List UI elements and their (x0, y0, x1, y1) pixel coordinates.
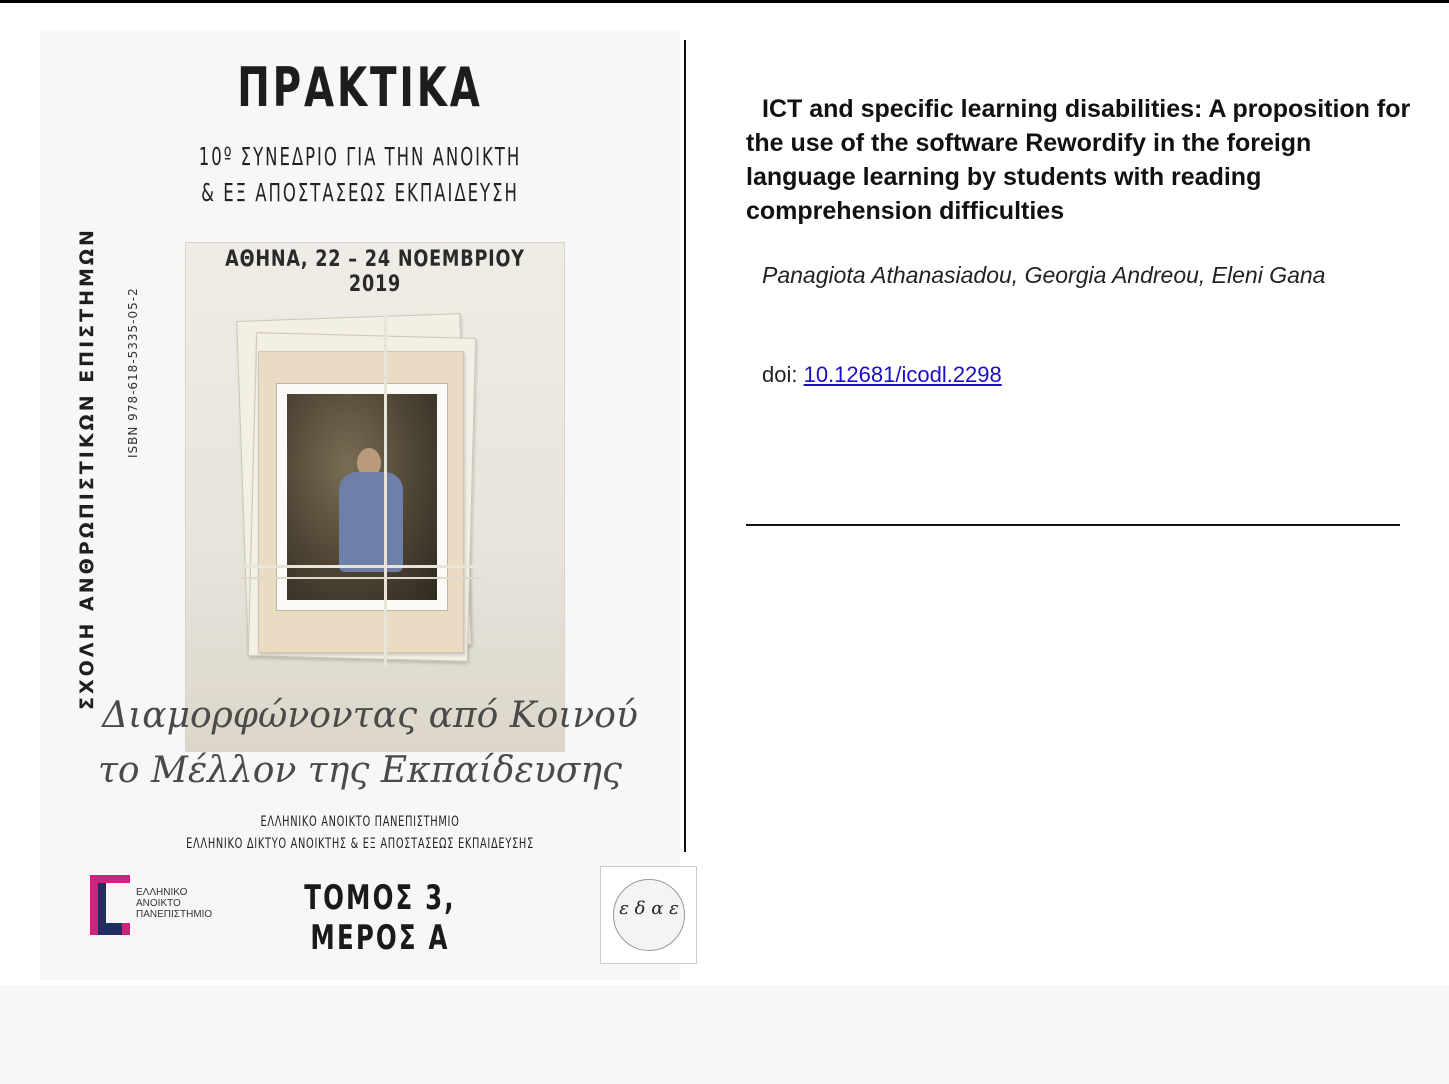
article-title: ICT and specific learning disabilities: … (746, 95, 1411, 225)
volume-label: ΤΟΜΟΣ 3, ΜΕΡΟΣ Α (304, 878, 456, 958)
proceedings-cover: ΠΡΑΚΤΙΚΑ 10º ΣΥΝΕΔΡΙΟ ΓΙΑ ΤΗΝ ΑΝΟΙΚΤΗ & … (40, 30, 697, 980)
letters-stack-image (236, 313, 482, 667)
org-line-1: ΕΛΛΗΝΙΚΟ ΑΝΟΙΚΤΟ ΠΑΝΕΠΙΣΤΗΜΙΟ (260, 814, 460, 830)
org-line-2: ΕΛΛΗΝΙΚΟ ΔΙΚΤΥΟ ΑΝΟΙΚΤΗΣ & ΕΞ ΑΠΟΣΤΑΣΕΩΣ… (186, 836, 534, 852)
figure-dress (339, 472, 403, 572)
theme-line-2: το Μέλλον της Εκπαίδευσης (97, 750, 623, 791)
eap-logo-text: ΕΛΛΗΝΙΚΟ ΑΝΟΙΚΤΟ ΠΑΝΕΠΙΣΤΗΜΙΟ (136, 887, 213, 920)
conference-line-2: & ΕΞ ΑΠΟΣΤΑΣΕΩΣ ΕΚΠΑΙΔΕΥΣΗ (201, 178, 519, 207)
theme-line-1: Διαμορφώνοντας από Κοινού (102, 695, 638, 736)
string (240, 577, 482, 579)
top-rule (0, 0, 1449, 3)
string (240, 565, 482, 568)
vertical-divider (684, 40, 686, 852)
string (384, 315, 387, 667)
doi-label: doi: (762, 362, 804, 387)
isbn-vertical: ISBN 978-618-5335-05-2 (126, 287, 140, 458)
horizontal-rule (746, 524, 1400, 526)
date-place: ΑΘΗΝΑ, 22 – 24 ΝΟΕΜΒΡΙΟΥ 2019 (225, 247, 525, 297)
school-name-vertical: ΣΧΟΛΗ ΑΝΘΡΩΠΙΣΤΙΚΩΝ ΕΠΙΣΤΗΜΩΝ (76, 227, 98, 710)
edae-logo: ε δ α ε (600, 866, 697, 964)
painting (287, 394, 437, 600)
doi-link[interactable]: 10.12681/icodl.2298 (804, 362, 1002, 387)
conference-line-1: 10º ΣΥΝΕΔΡΙΟ ΓΙΑ ΤΗΝ ΑΝΟΙΚΤΗ (198, 142, 522, 171)
edae-glyphs: ε δ α ε (619, 898, 679, 919)
bottom-band (0, 985, 1449, 1084)
edae-seal: ε δ α ε (613, 879, 685, 951)
article-authors: Panagiota Athanasiadou, Georgia Andreou,… (762, 262, 1326, 288)
cover-artwork: ΑΘΗΝΑ, 22 – 24 ΝΟΕΜΒΡΙΟΥ 2019 (185, 242, 565, 752)
doi-line: doi: 10.12681/icodl.2298 (762, 362, 1002, 388)
cover-title: ΠΡΑΚΤΙΚΑ (237, 56, 483, 119)
eap-logo-mark (90, 875, 130, 935)
eap-logo: ΕΛΛΗΝΙΚΟ ΑΝΟΙΚΤΟ ΠΑΝΕΠΙΣΤΗΜΙΟ (90, 875, 240, 937)
article-info: ICT and specific learning disabilities: … (746, 92, 1416, 228)
